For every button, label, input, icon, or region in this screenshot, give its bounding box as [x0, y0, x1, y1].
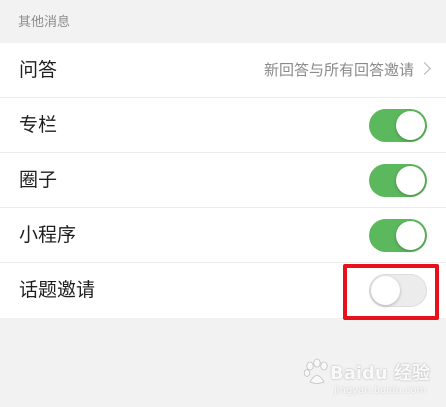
watermark-url: jingyan.baidu.com: [334, 385, 427, 396]
setting-row-column: 专栏: [0, 98, 446, 153]
setting-label: 小程序: [19, 224, 77, 246]
setting-row-mini-program: 小程序: [0, 208, 446, 263]
baidu-paw-icon: [303, 358, 328, 384]
highlight-annotation-box: [343, 264, 439, 320]
watermark-brand: Baidu 经验: [330, 363, 431, 384]
setting-label: 专栏: [19, 114, 58, 136]
section-header-other-messages: 其他消息: [18, 15, 71, 30]
column-toggle[interactable]: [369, 109, 427, 142]
setting-value: 新回答与所有回答邀请: [263, 61, 414, 79]
setting-label: 问答: [19, 59, 58, 81]
baidu-jingyan-watermark: Baidu 经验 jingyan.baidu.com: [300, 355, 436, 403]
toggle-knob: [396, 221, 425, 250]
setting-label: 圈子: [19, 169, 58, 191]
setting-label: 话题邀请: [19, 279, 96, 301]
mini-program-toggle[interactable]: [369, 219, 427, 252]
toggle-knob: [396, 166, 425, 195]
circle-toggle[interactable]: [369, 164, 427, 197]
chevron-right-icon: [418, 62, 431, 75]
setting-row-circle: 圈子: [0, 153, 446, 208]
setting-row-qa[interactable]: 问答 新回答与所有回答邀请: [0, 43, 446, 98]
toggle-knob: [396, 111, 425, 140]
notification-settings-page: 其他消息 问答 新回答与所有回答邀请 专栏 圈子 小程序 话题邀请 Baidu …: [0, 0, 446, 407]
